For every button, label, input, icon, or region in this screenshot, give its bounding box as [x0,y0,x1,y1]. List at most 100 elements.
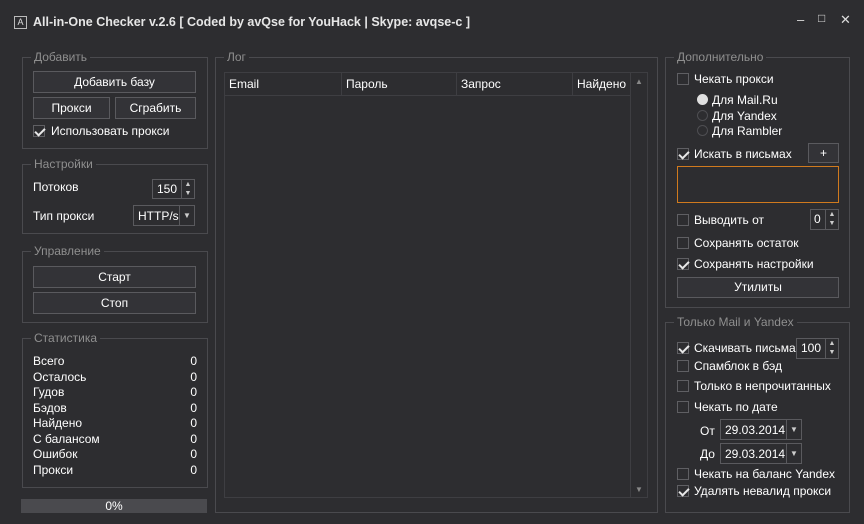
stop-button[interactable]: Стоп [33,292,196,314]
column-header-request[interactable]: Запрос [457,73,573,95]
add-base-button[interactable]: Добавить базу [33,71,196,93]
column-header-found[interactable]: Найдено [573,73,630,95]
minimize-icon[interactable]: – [797,12,804,27]
spamblock-checkbox[interactable] [677,360,689,372]
scroll-up-icon[interactable]: ▲ [631,77,647,86]
maximize-icon[interactable]: □ [818,11,825,25]
check-balance-checkbox[interactable] [677,468,689,480]
window-title: All-in-One Checker v.2.6 [ Coded by avQs… [33,15,470,29]
chevron-down-icon[interactable]: ▼ [786,444,801,463]
check-balance-label: Чекать на баланс Yandex [694,467,836,481]
stat-row: Гудов 0 [33,385,197,400]
utilities-button[interactable]: Утилиты [677,277,839,298]
download-mails-value: 100 [801,341,822,355]
stat-label: Ошибок [33,447,78,461]
stat-value: 0 [190,416,197,430]
threads-label: Потоков [33,180,79,194]
stat-row: Ошибок 0 [33,447,197,462]
check-by-date-checkbox[interactable] [677,401,689,413]
check-proxy-label: Чекать прокси [694,72,774,86]
unread-only-checkbox[interactable] [677,380,689,392]
radio-yandex-label: Для Yandex [712,109,777,123]
proxy-button[interactable]: Прокси [33,97,110,119]
search-in-mails-checkbox[interactable] [677,148,689,160]
search-in-mails-label: Искать в письмах [694,147,792,161]
radio-mailru[interactable] [697,94,708,105]
mail-yandex-group-title: Только Mail и Yandex [674,315,797,329]
stat-value: 0 [190,401,197,415]
log-table-header: Email Пароль Запрос Найдено [225,73,630,96]
stepper-arrows-icon[interactable]: ▲ ▼ [825,339,838,358]
stat-value: 0 [190,447,197,461]
delete-invalid-proxy-label: Удалять невалид прокси [694,484,832,498]
check-by-date-label: Чекать по дате [694,400,778,414]
radio-rambler-label: Для Rambler [712,124,783,138]
radio-rambler[interactable] [697,125,708,136]
log-scrollbar[interactable]: ▲ ▼ [630,73,647,497]
log-group-title: Лог [224,50,249,64]
start-button[interactable]: Старт [33,266,196,288]
unread-only-label: Только в непрочитанных [694,379,831,393]
save-settings-checkbox[interactable] [677,258,689,270]
stat-label: Гудов [33,385,65,399]
control-group-title: Управление [31,244,104,258]
scroll-down-icon[interactable]: ▼ [631,485,647,494]
stat-label: Всего [33,354,65,368]
stepper-arrows-icon[interactable]: ▲ ▼ [181,180,194,198]
log-table[interactable]: Email Пароль Запрос Найдено ▲ ▼ [224,72,648,498]
threads-stepper[interactable]: 150 ▲ ▼ [152,179,195,199]
app-icon: A [14,16,27,29]
search-terms-textbox[interactable] [677,166,839,203]
stat-label: Бэдов [33,401,67,415]
add-search-term-button[interactable]: + [808,143,839,163]
save-rest-checkbox[interactable] [677,237,689,249]
progress-bar: 0% [21,499,207,513]
date-to-label: До [700,447,715,461]
proxy-type-label: Тип прокси [33,209,95,223]
stat-row: Осталось 0 [33,370,197,385]
radio-mailru-label: Для Mail.Ru [712,93,778,107]
chevron-down-icon[interactable]: ▼ [179,206,194,225]
save-settings-label: Сохранять настройки [694,257,814,271]
stat-value: 0 [190,463,197,477]
radio-yandex[interactable] [697,110,708,121]
stepper-arrows-icon[interactable]: ▲ ▼ [825,210,838,229]
date-to-picker[interactable]: 29.03.2014 ▼ [720,443,802,464]
proxy-type-value: HTTP/s [138,209,179,223]
grab-button[interactable]: Сграбить [115,97,196,119]
close-icon[interactable]: ✕ [840,12,851,28]
stat-row: Найдено 0 [33,416,197,431]
chevron-down-icon[interactable]: ▼ [786,420,801,439]
stat-value: 0 [190,385,197,399]
stat-value: 0 [190,370,197,384]
output-from-label: Выводить от [694,213,764,227]
output-from-stepper[interactable]: 0 ▲ ▼ [810,209,839,230]
proxy-type-select[interactable]: HTTP/s ▼ [133,205,195,226]
stat-row: Всего 0 [33,354,197,369]
save-rest-label: Сохранять остаток [694,236,799,250]
date-to-value: 29.03.2014 [725,447,786,461]
stat-label: Найдено [33,416,83,430]
spamblock-label: Спамблок в бэд [694,359,782,373]
check-proxy-checkbox[interactable] [677,73,689,85]
stat-value: 0 [190,354,197,368]
progress-text: 0% [105,499,123,513]
column-header-password[interactable]: Пароль [342,73,457,95]
stat-label: Прокси [33,463,74,477]
stat-value: 0 [190,432,197,446]
settings-group-title: Настройки [31,157,96,171]
output-from-checkbox[interactable] [677,214,689,226]
use-proxy-label: Использовать прокси [51,124,170,138]
use-proxy-checkbox[interactable] [33,125,45,137]
column-header-email[interactable]: Email [225,73,342,95]
date-from-picker[interactable]: 29.03.2014 ▼ [720,419,802,440]
stat-row: Прокси 0 [33,463,197,478]
delete-invalid-proxy-checkbox[interactable] [677,485,689,497]
stat-row: С балансом 0 [33,432,197,447]
stat-label: Осталось [33,370,87,384]
stat-row: Бэдов 0 [33,401,197,416]
download-mails-stepper[interactable]: 100 ▲ ▼ [796,338,839,359]
output-from-value: 0 [814,212,821,226]
date-from-label: От [700,424,715,438]
download-mails-checkbox[interactable] [677,342,689,354]
